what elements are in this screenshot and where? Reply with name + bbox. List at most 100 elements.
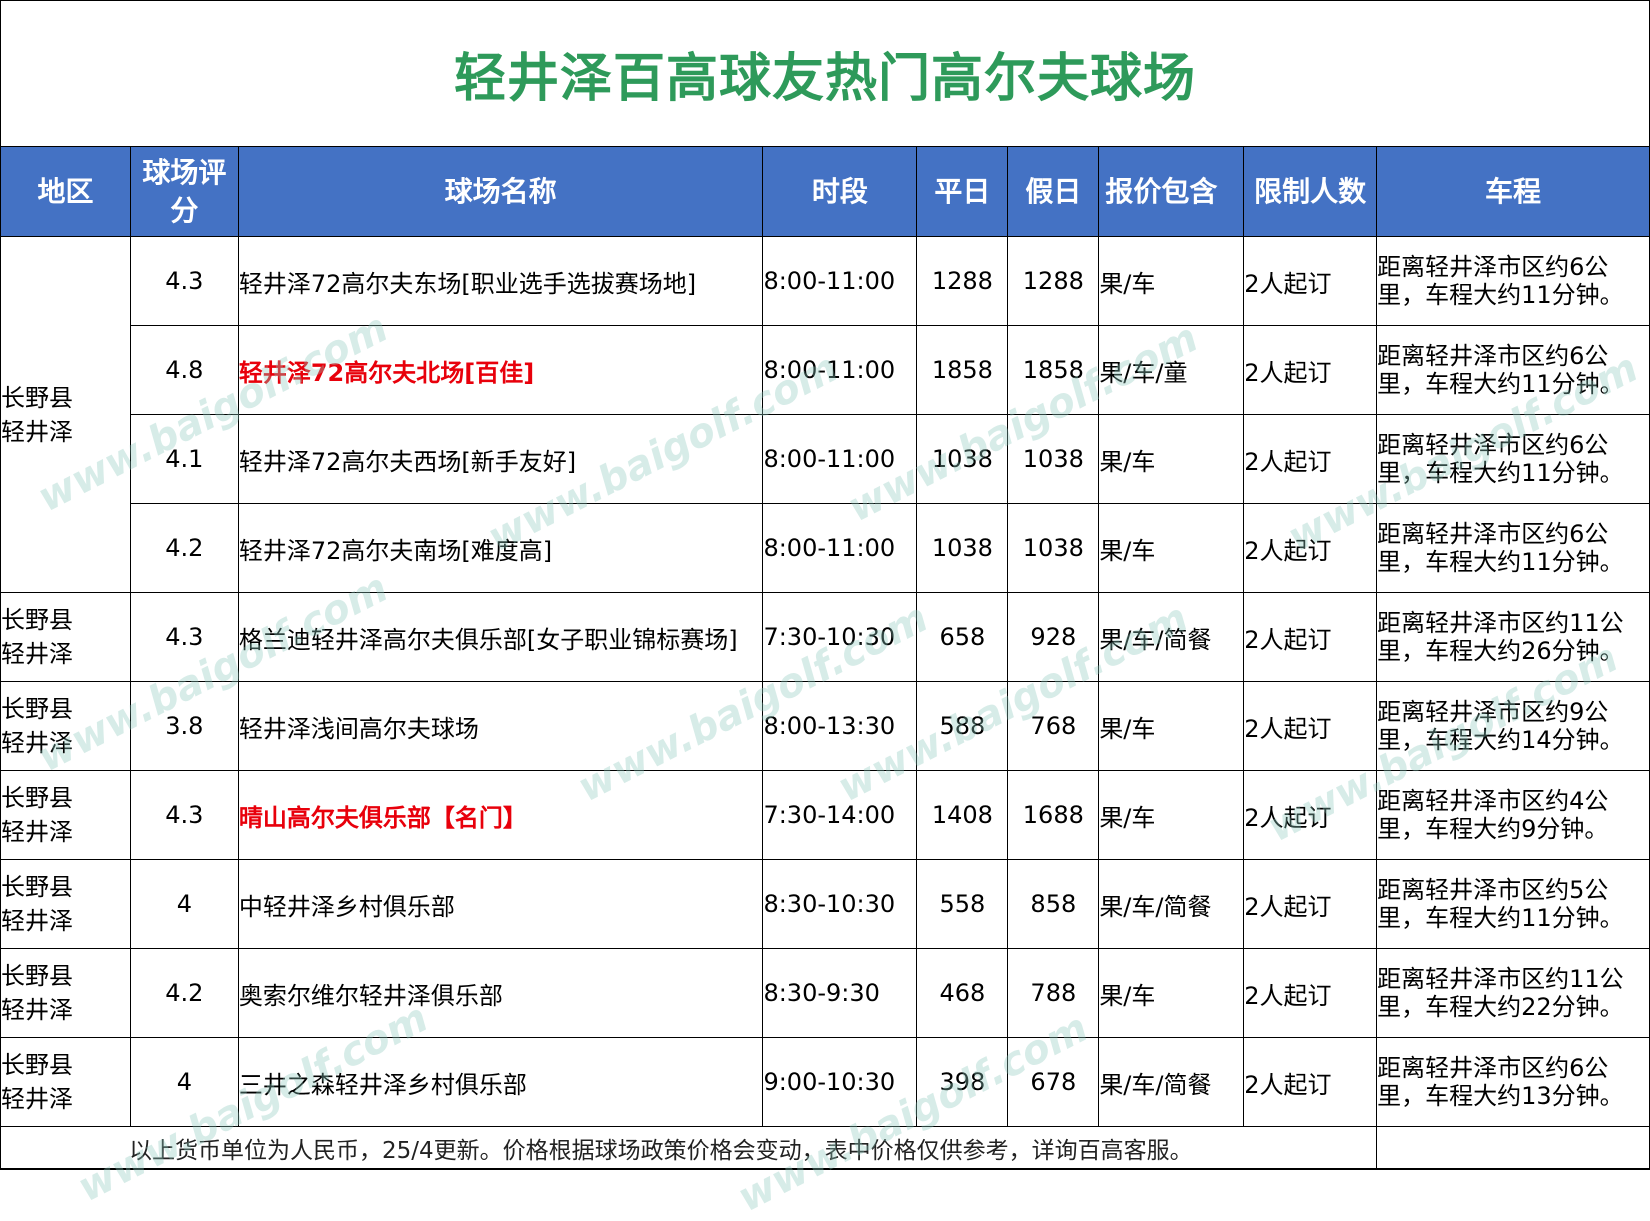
cell-region: 长野县 轻井泽 xyxy=(0,681,131,771)
cell-holiday: 1688 xyxy=(1007,770,1100,860)
cell-includes: 果/车/简餐 xyxy=(1098,592,1245,682)
cell-rating: 4.3 xyxy=(129,770,239,860)
cell-distance: 距离轻井泽市区约6公里，车程大约11分钟。 xyxy=(1376,503,1650,593)
header-rating: 球场评分 xyxy=(129,146,239,237)
cell-name: 轻井泽72高尔夫东场[职业选手选拔赛场地] xyxy=(237,236,764,326)
cell-limit: 2人起订 xyxy=(1243,770,1378,860)
cell-time: 8:30-9:30 xyxy=(762,948,918,1038)
cell-holiday: 788 xyxy=(1007,948,1100,1038)
cell-limit: 2人起订 xyxy=(1243,236,1378,326)
cell-holiday: 928 xyxy=(1007,592,1100,682)
cell-includes: 果/车 xyxy=(1098,681,1245,771)
table-row: 长野县 轻井泽 4 三井之森轻井泽乡村俱乐部 9:00-10:30 398 678 果/车/… xyxy=(0,1037,1650,1127)
table-row: 4.8 轻井泽72高尔夫北场[百佳] 8:00-11:00 1858 1858 果/车/童… xyxy=(1,325,1650,415)
cell-name: 中轻井泽乡村俱乐部 xyxy=(237,859,764,949)
cell-region: 长野县 轻井泽 xyxy=(0,770,131,860)
table-row: 长野县 轻井泽 3.8 轻井泽浅间高尔夫球场 8:00-13:30 588 768 果/车 2… xyxy=(0,681,1650,771)
cell-includes: 果/车/童 xyxy=(1098,325,1245,415)
cell-includes: 果/车 xyxy=(1098,236,1245,326)
table-body: 长野县 轻井泽 4.3 轻井泽72高尔夫东场[职业选手选拔赛场地] 8:00-11:0… xyxy=(0,236,1650,1127)
cell-distance: 距离轻井泽市区约5公里，车程大约11分钟。 xyxy=(1376,859,1650,949)
cell-region: 长野县 轻井泽 xyxy=(0,948,131,1038)
cell-includes: 果/车/简餐 xyxy=(1098,859,1245,949)
cell-weekday: 1288 xyxy=(916,236,1009,326)
cell-holiday: 1038 xyxy=(1007,414,1100,504)
cell-time: 7:30-14:00 xyxy=(762,770,918,860)
table-row: 4.1 轻井泽72高尔夫西场[新手友好] 8:00-11:00 1038 1038 果/车… xyxy=(1,414,1650,504)
header-name: 球场名称 xyxy=(237,146,764,237)
cell-time: 8:00-11:00 xyxy=(762,414,918,504)
cell-weekday: 398 xyxy=(916,1037,1009,1127)
table-row: 4.2 轻井泽72高尔夫南场[难度高] 8:00-11:00 1038 1038 果/车 2… xyxy=(1,503,1650,593)
cell-name: 三井之森轻井泽乡村俱乐部 xyxy=(237,1037,764,1127)
cell-rating: 3.8 xyxy=(129,681,239,771)
cell-weekday: 558 xyxy=(916,859,1009,949)
cell-rating: 4.1 xyxy=(129,414,239,504)
header-includes: 报价包含 xyxy=(1098,146,1245,237)
cell-distance: 距离轻井泽市区约6公里，车程大约11分钟。 xyxy=(1376,236,1650,326)
cell-rating: 4.3 xyxy=(129,592,239,682)
cell-includes: 果/车 xyxy=(1098,770,1245,860)
cell-limit: 2人起订 xyxy=(1243,859,1378,949)
table-row: 长野县 轻井泽 4 中轻井泽乡村俱乐部 8:30-10:30 558 858 果/车/简餐 2… xyxy=(0,859,1650,949)
header-limit: 限制人数 xyxy=(1243,146,1378,237)
cell-holiday: 1288 xyxy=(1007,236,1100,326)
cell-weekday: 1038 xyxy=(916,503,1009,593)
cell-includes: 果/车/简餐 xyxy=(1098,1037,1245,1127)
cell-name: 轻井泽浅间高尔夫球场 xyxy=(237,681,764,771)
cell-includes: 果/车 xyxy=(1098,414,1245,504)
footer-row: 以上货币单位为人民币，25/4更新。价格根据球场政策价格会变动，表中价格仅供参考… xyxy=(0,1126,1650,1170)
cell-distance: 距离轻井泽市区约9公里，车程大约14分钟。 xyxy=(1376,681,1650,771)
cell-weekday: 1408 xyxy=(916,770,1009,860)
cell-weekday: 1858 xyxy=(916,325,1009,415)
footer-empty-cell xyxy=(1376,1126,1650,1170)
cell-distance: 距离轻井泽市区约6公里，车程大约13分钟。 xyxy=(1376,1037,1650,1127)
cell-region: 长野县 轻井泽 xyxy=(0,236,131,593)
table-row: 长野县 轻井泽 4.3 格兰迪轻井泽高尔夫俱乐部[女子职业锦标赛场] 7:30-10:… xyxy=(0,592,1650,682)
cell-weekday: 468 xyxy=(916,948,1009,1038)
cell-limit: 2人起订 xyxy=(1243,1037,1378,1127)
cell-limit: 2人起订 xyxy=(1243,681,1378,771)
cell-limit: 2人起订 xyxy=(1243,503,1378,593)
cell-weekday: 1038 xyxy=(916,414,1009,504)
cell-time: 8:00-13:30 xyxy=(762,681,918,771)
cell-includes: 果/车 xyxy=(1098,503,1245,593)
cell-distance: 距离轻井泽市区约6公里，车程大约11分钟。 xyxy=(1376,325,1650,415)
cell-name: 奥索尔维尔轻井泽俱乐部 xyxy=(237,948,764,1038)
table-row: 长野县 轻井泽 4.2 奥索尔维尔轻井泽俱乐部 8:30-9:30 468 788 果/车 2… xyxy=(0,948,1650,1038)
header-weekday: 平日 xyxy=(916,146,1009,237)
cell-time: 7:30-10:30 xyxy=(762,592,918,682)
cell-time: 8:00-11:00 xyxy=(762,503,918,593)
cell-time: 8:00-11:00 xyxy=(762,325,918,415)
cell-limit: 2人起订 xyxy=(1243,414,1378,504)
cell-holiday: 768 xyxy=(1007,681,1100,771)
cell-rating: 4.2 xyxy=(129,503,239,593)
cell-name: 晴山高尔夫俱乐部【名门】 xyxy=(237,770,764,860)
footer-note: 以上货币单位为人民币，25/4更新。价格根据球场政策价格会变动，表中价格仅供参考… xyxy=(0,1126,1378,1170)
cell-rating: 4.2 xyxy=(129,948,239,1038)
cell-rating: 4.8 xyxy=(129,325,239,415)
cell-name: 轻井泽72高尔夫北场[百佳] xyxy=(237,325,764,415)
cell-distance: 距离轻井泽市区约6公里，车程大约11分钟。 xyxy=(1376,414,1650,504)
cell-holiday: 1038 xyxy=(1007,503,1100,593)
cell-holiday: 678 xyxy=(1007,1037,1100,1127)
cell-name: 轻井泽72高尔夫南场[难度高] xyxy=(237,503,764,593)
table-row: 长野县 轻井泽 4.3 晴山高尔夫俱乐部【名门】 7:30-14:00 1408 1688… xyxy=(0,770,1650,860)
cell-weekday: 588 xyxy=(916,681,1009,771)
cell-limit: 2人起订 xyxy=(1243,948,1378,1038)
cell-limit: 2人起订 xyxy=(1243,325,1378,415)
header-time: 时段 xyxy=(762,146,918,237)
cell-rating: 4.3 xyxy=(129,236,239,326)
cell-holiday: 1858 xyxy=(1007,325,1100,415)
cell-rating: 4 xyxy=(129,1037,239,1127)
cell-weekday: 658 xyxy=(916,592,1009,682)
golf-course-table: 地区 球场评分 球场名称 时段 平日 假日 报价包含 限制人数 车程 长野县 轻… xyxy=(0,146,1650,1170)
cell-distance: 距离轻井泽市区约11公里，车程大约22分钟。 xyxy=(1376,948,1650,1038)
cell-distance: 距离轻井泽市区约11公里，车程大约26分钟。 xyxy=(1376,592,1650,682)
page-title: 轻井泽百高球友热门高尔夫球场 xyxy=(453,48,1196,109)
cell-region: 长野县 轻井泽 xyxy=(0,859,131,949)
cell-time: 8:30-10:30 xyxy=(762,859,918,949)
cell-limit: 2人起订 xyxy=(1243,592,1378,682)
cell-name: 格兰迪轻井泽高尔夫俱乐部[女子职业锦标赛场] xyxy=(237,592,764,682)
cell-holiday: 858 xyxy=(1007,859,1100,949)
